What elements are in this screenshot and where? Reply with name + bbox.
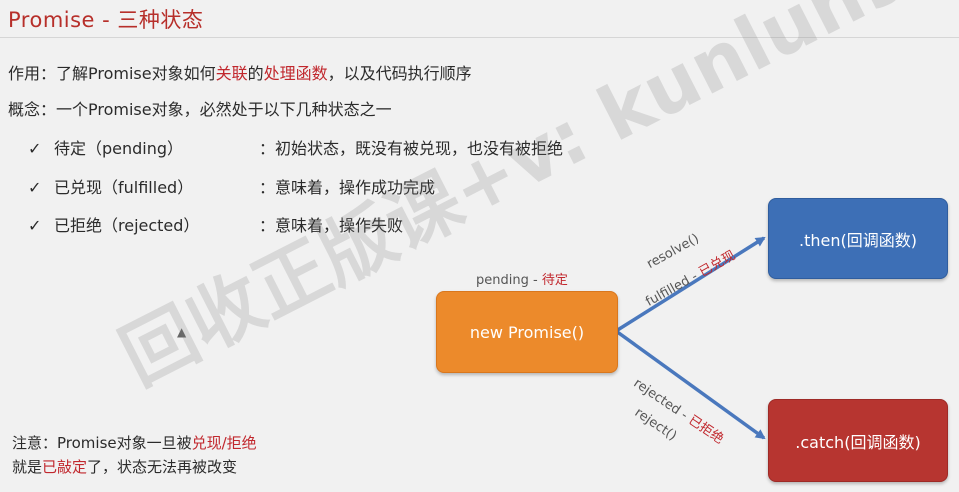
note-highlight: 兑现/拒绝 [191,434,257,452]
pending-label-en: pending - [476,273,542,288]
note-line-2: 就是已敲定了，状态无法再被改变 [12,456,237,477]
mouse-cursor-icon: ▲ [177,325,187,339]
then-node: .then(回调函数) [768,198,948,279]
catch-node: .catch(回调函数) [768,399,948,482]
pending-label: pending - 待定 [476,269,568,288]
note-prefix: 注意：Promise对象一旦被 [12,434,192,452]
note-line-1: 注意：Promise对象一旦被兑现/拒绝 [12,432,257,453]
note-highlight-settled: 已敲定 [42,458,88,476]
note-prefix-2: 就是 [12,458,43,476]
pending-label-cn: 待定 [541,273,568,288]
new-promise-node: new Promise() [436,291,618,373]
note-suffix: 了，状态无法再被改变 [87,458,238,476]
